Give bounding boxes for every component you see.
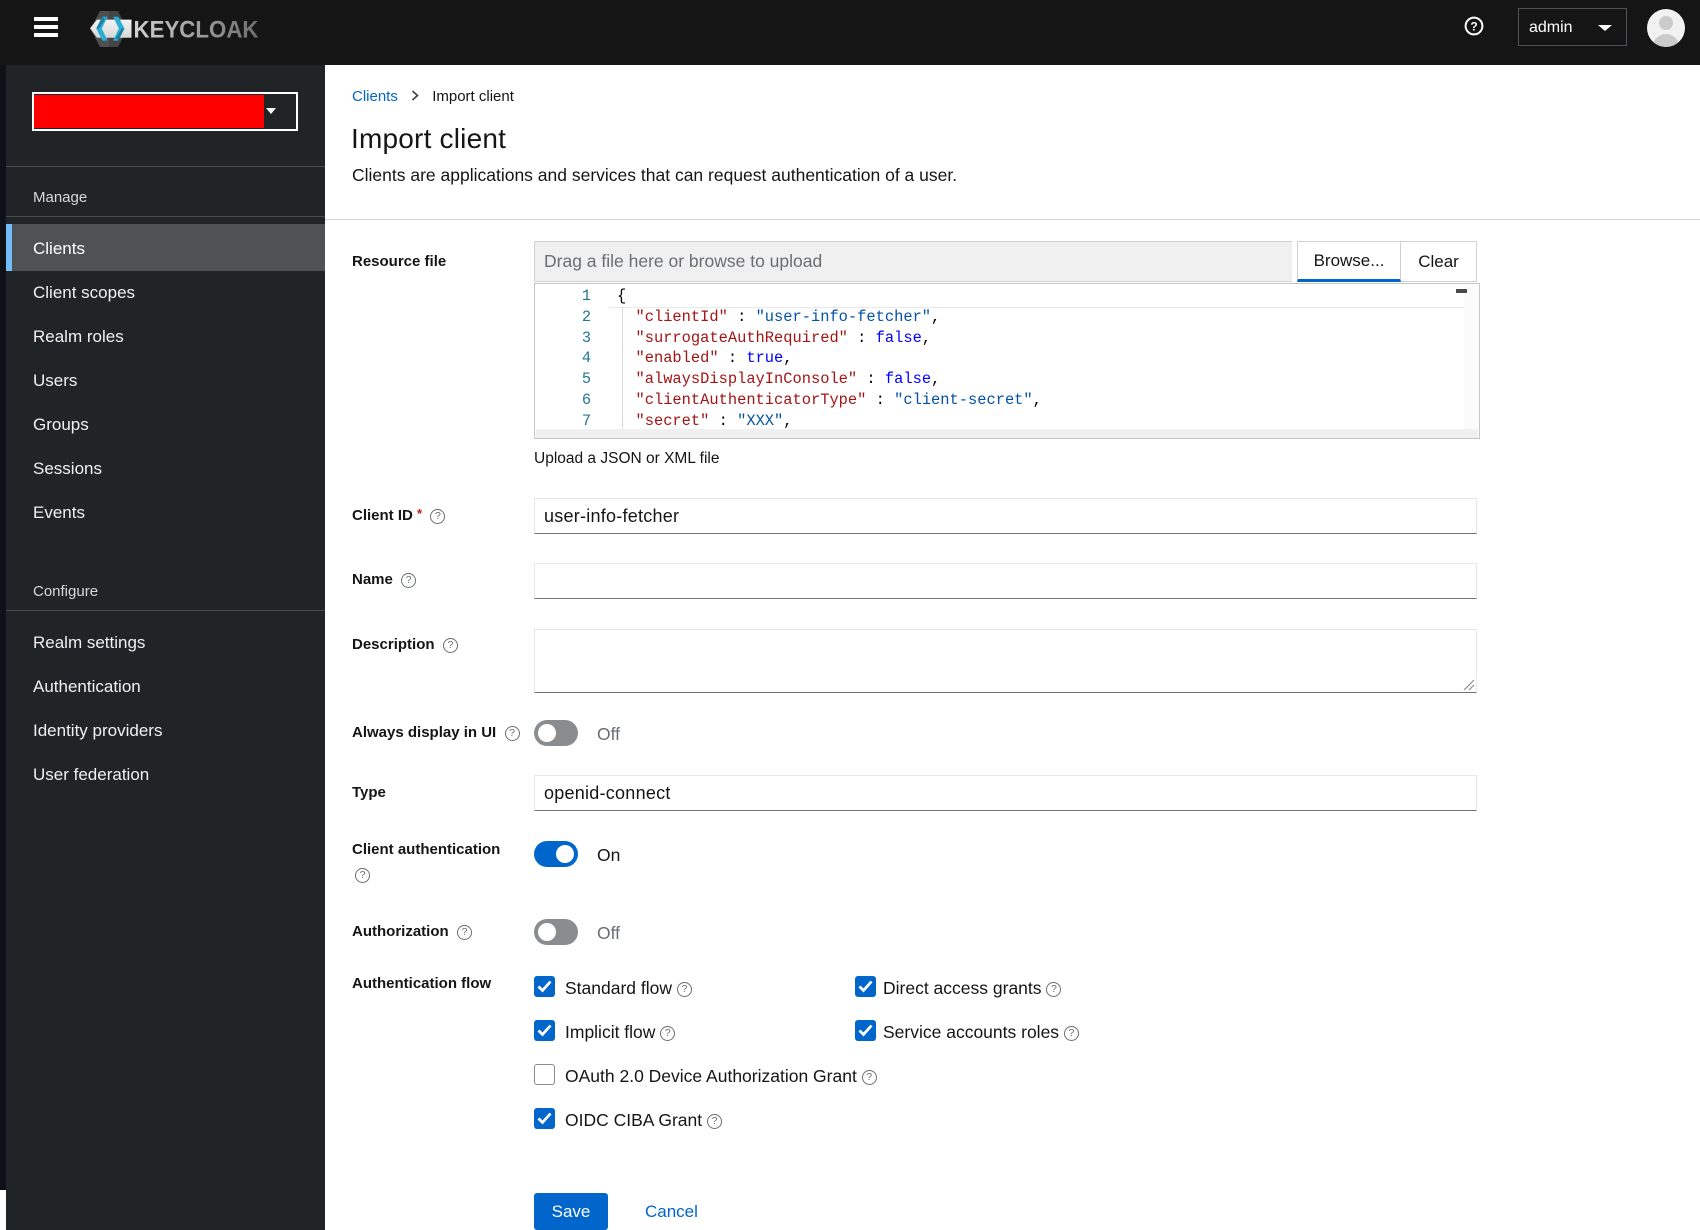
svg-text:KEYCLOAK: KEYCLOAK [134,17,259,44]
svg-text:?: ? [1470,20,1477,34]
